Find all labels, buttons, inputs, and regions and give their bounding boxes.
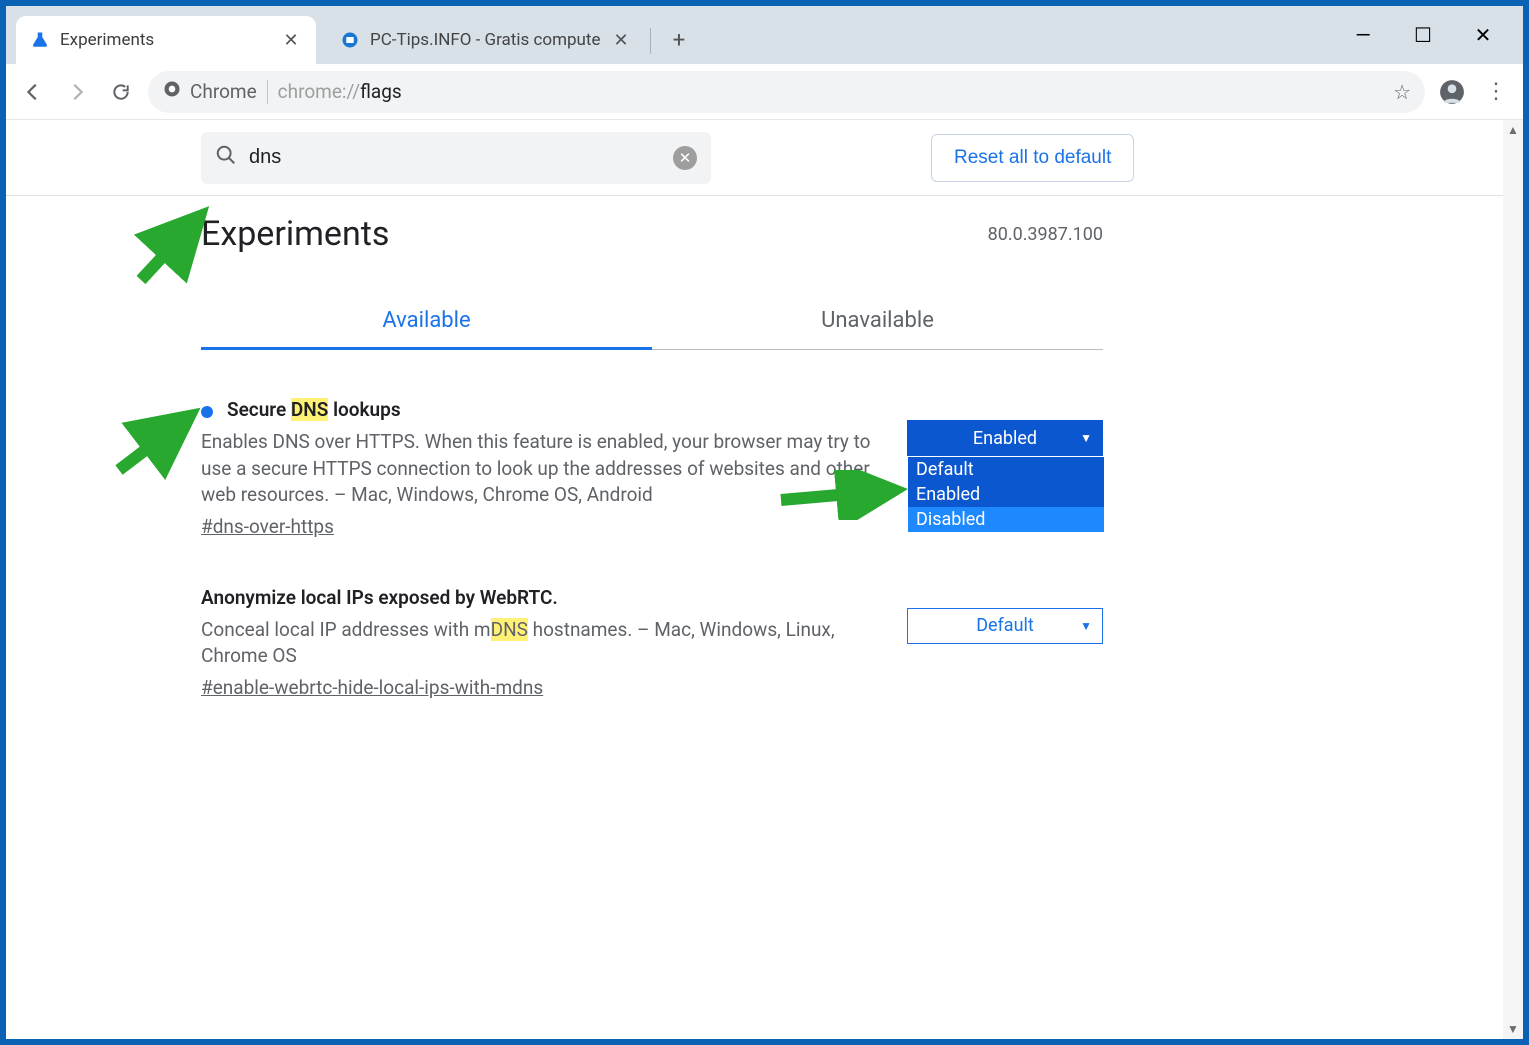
close-tab-icon[interactable]: ✕: [610, 30, 632, 51]
close-tab-icon[interactable]: ✕: [280, 30, 302, 51]
page-title: Experiments: [201, 214, 389, 254]
flask-icon: [30, 30, 50, 50]
window-controls: — ☐ ✕: [1353, 6, 1523, 64]
tab-available[interactable]: Available: [201, 294, 652, 350]
flags-tabs: Available Unavailable: [201, 294, 1103, 350]
bookmark-star-icon[interactable]: ☆: [1393, 80, 1411, 104]
tab-divider: [650, 28, 651, 54]
tab-title: Experiments: [60, 30, 154, 50]
page-content: ▲ ▼ ✕ Reset all to default Experiments 8…: [6, 120, 1523, 1039]
close-window-icon[interactable]: ✕: [1473, 23, 1493, 47]
chevron-down-icon: ▼: [1080, 619, 1092, 633]
flag-anchor-link[interactable]: #enable-webrtc-hide-local-ips-with-mdns: [201, 676, 543, 699]
tab-strip: Experiments ✕ PC-Tips.INFO - Gratis comp…: [6, 6, 1523, 64]
modified-dot-icon: [201, 406, 213, 418]
kebab-menu-icon[interactable]: ⋮: [1479, 75, 1513, 109]
reset-all-button[interactable]: Reset all to default: [931, 134, 1134, 182]
scroll-up-icon[interactable]: ▲: [1503, 120, 1523, 140]
flag-select[interactable]: Enabled ▼ Default Enabled Disabled: [907, 420, 1103, 456]
option-enabled[interactable]: Enabled: [908, 482, 1104, 507]
browser-window: Experiments ✕ PC-Tips.INFO - Gratis comp…: [6, 6, 1523, 1039]
tab-title: PC-Tips.INFO - Gratis computer t: [370, 30, 600, 50]
tab-pctips[interactable]: PC-Tips.INFO - Gratis computer t ✕: [326, 16, 646, 64]
url-text: chrome://flags: [278, 80, 402, 103]
option-default[interactable]: Default: [908, 457, 1104, 482]
browser-toolbar: Chrome chrome://flags ☆ ⋮: [6, 64, 1523, 120]
flags-search[interactable]: ✕: [201, 132, 711, 184]
chrome-icon: [162, 79, 182, 104]
search-input[interactable]: [249, 146, 661, 169]
flag-title: Anonymize local IPs exposed by WebRTC.: [201, 586, 558, 609]
reload-button[interactable]: [104, 75, 138, 109]
option-disabled[interactable]: Disabled: [908, 507, 1104, 532]
clear-search-icon[interactable]: ✕: [673, 146, 697, 170]
flag-description: Conceal local IP addresses with mDNS hos…: [201, 617, 877, 670]
flag-description: Enables DNS over HTTPS. When this featur…: [201, 429, 877, 509]
back-button[interactable]: [16, 75, 50, 109]
search-icon: [215, 144, 237, 171]
site-icon: [340, 30, 360, 50]
flag-select[interactable]: Default ▼: [907, 608, 1103, 644]
site-chip: Chrome: [162, 79, 257, 104]
tab-unavailable[interactable]: Unavailable: [652, 294, 1103, 349]
flag-select-dropdown: Default Enabled Disabled: [908, 457, 1104, 532]
select-value: Default: [976, 615, 1034, 636]
version-label: 80.0.3987.100: [988, 224, 1103, 245]
flags-topbar: ✕ Reset all to default: [6, 120, 1503, 196]
chip-divider: [267, 80, 268, 104]
chevron-down-icon: ▼: [1080, 431, 1092, 445]
flags-page: ✕ Reset all to default Experiments 80.0.…: [6, 120, 1503, 1039]
tab-experiments[interactable]: Experiments ✕: [16, 16, 316, 64]
minimize-icon[interactable]: —: [1353, 23, 1373, 47]
forward-button[interactable]: [60, 75, 94, 109]
chip-label: Chrome: [190, 80, 257, 103]
profile-button[interactable]: [1435, 75, 1469, 109]
scrollbar[interactable]: ▲ ▼: [1503, 120, 1523, 1039]
maximize-icon[interactable]: ☐: [1413, 23, 1433, 47]
flag-title: Secure DNS lookups: [227, 398, 401, 421]
scroll-down-icon[interactable]: ▼: [1503, 1019, 1523, 1039]
flags-body: Experiments 80.0.3987.100 Available Unav…: [6, 196, 1503, 699]
flag-row-dns-over-https: Secure DNS lookups Enables DNS over HTTP…: [201, 398, 1103, 538]
flag-row-webrtc-mdns: Anonymize local IPs exposed by WebRTC. C…: [201, 586, 1103, 699]
new-tab-button[interactable]: +: [661, 22, 697, 58]
flag-anchor-link[interactable]: #dns-over-https: [201, 515, 334, 538]
address-bar[interactable]: Chrome chrome://flags ☆: [148, 71, 1425, 113]
select-value: Enabled: [973, 428, 1037, 449]
